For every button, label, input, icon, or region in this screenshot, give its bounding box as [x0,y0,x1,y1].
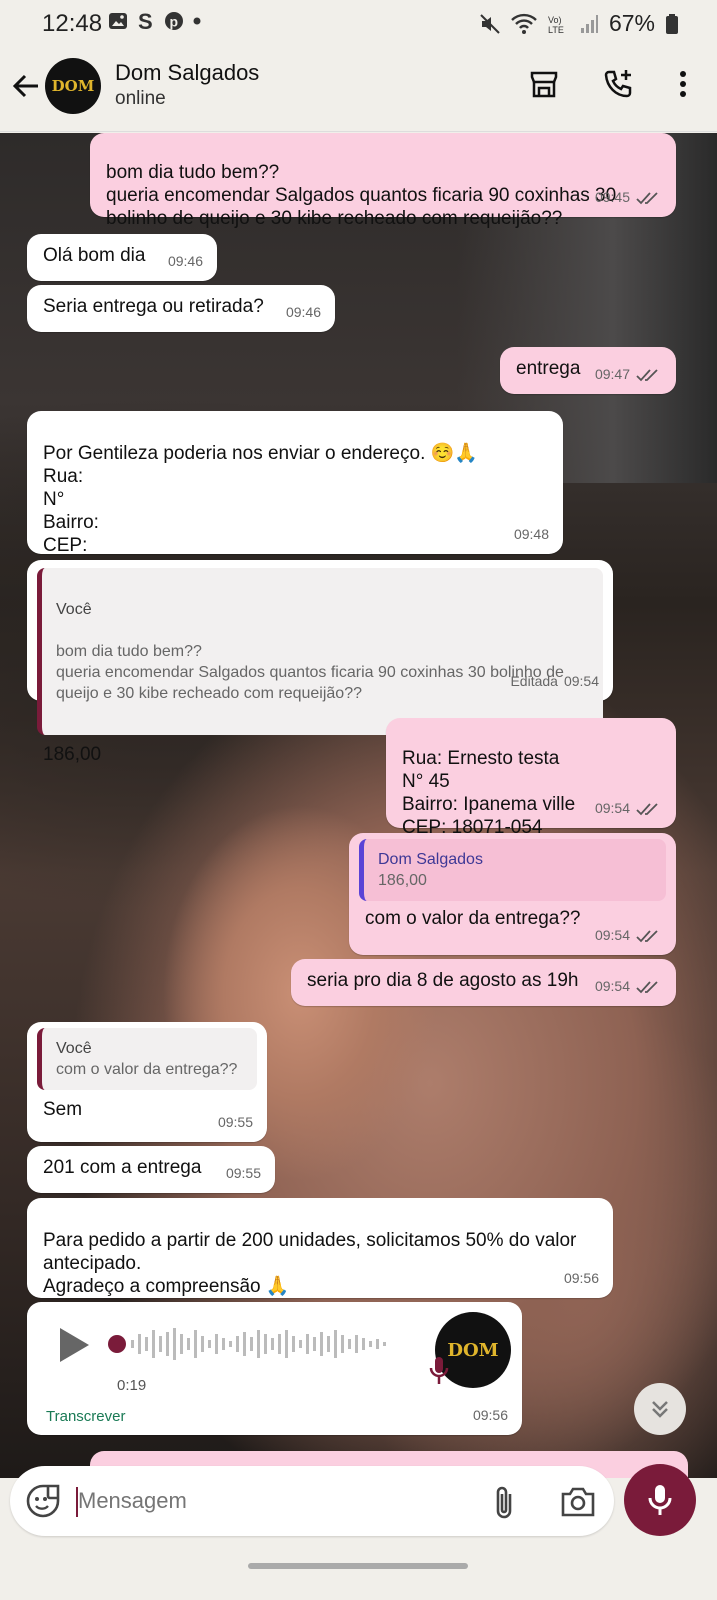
message-time: 09:54 [594,978,630,994]
message-outgoing[interactable]: entrega 09:47 [500,347,676,394]
back-arrow-icon[interactable] [12,72,40,100]
sticker-icon[interactable] [26,1484,60,1518]
avatar-logo: DOM [51,77,95,95]
attach-icon[interactable] [492,1484,516,1520]
composer [0,1464,717,1600]
double-chevron-down-icon [652,1401,668,1418]
read-ticks-icon [636,980,658,993]
message-input[interactable] [78,1480,458,1522]
wifi-icon [511,13,537,34]
message-time: 09:54 [594,800,630,816]
quoted-message[interactable]: Você com o valor da entrega?? [37,1028,257,1090]
contact-name[interactable]: Dom Salgados [115,60,259,86]
read-ticks-icon [636,368,658,381]
svg-text:p: p [170,14,179,30]
quoted-message[interactable]: Dom Salgados 186,00 [359,839,666,901]
read-ticks-icon [636,191,658,204]
message-outgoing[interactable]: bom dia tudo bem?? queria encomendar Sal… [90,133,676,229]
message-time: 09:55 [225,1165,261,1181]
message-text: bom dia tudo bem?? queria encomendar Sal… [106,162,617,229]
message-time: 09:56 [472,1407,508,1423]
quoted-message[interactable]: Você bom dia tudo bem?? queria encomenda… [37,568,603,735]
message-time: 09:46 [167,253,203,269]
mute-icon [480,13,500,34]
message-text: Seria entrega ou retirada? [43,296,264,317]
message-text: seria pro dia 8 de agosto as 19h [307,970,579,991]
message-time: 09:46 [285,304,321,320]
read-ticks-icon [636,929,658,942]
chat-header: DOM Dom Salgados online [0,48,717,132]
mic-small-icon [429,1357,449,1384]
more-options-icon[interactable] [679,70,687,98]
message-text: Sem [43,1099,83,1120]
message-text: Olá bom dia [43,245,146,266]
message-time: 09:55 [217,1114,253,1130]
quote-author: Dom Salgados [378,851,483,868]
play-icon[interactable] [57,1326,91,1364]
message-text: Por Gentileza poderia nos enviar o ender… [43,443,478,556]
voice-record-button[interactable] [624,1464,696,1536]
quote-author: Você [56,1040,92,1057]
scroll-to-bottom-button[interactable] [634,1383,686,1435]
home-indicator[interactable] [248,1563,468,1569]
message-text: 201 com a entrega [43,1157,202,1178]
message-time: 09:45 [594,189,630,205]
volte-icon: Vo)LTE [548,15,564,35]
add-call-icon[interactable] [603,68,635,100]
message-incoming[interactable]: 201 com a entrega 09:55 [27,1146,275,1193]
svg-text:LTE: LTE [548,25,564,35]
dot-icon [193,17,201,25]
signal-icon [580,14,598,33]
battery-icon [666,13,678,34]
message-outgoing-reply[interactable]: Dom Salgados 186,00 com o valor da entre… [349,833,676,955]
pinterest-icon: p [165,12,183,30]
message-time: 09:47 [594,366,630,382]
status-bar: 12:48 S p Vo) LTE 67% [0,0,717,48]
svg-text:S: S [138,11,153,31]
image-icon [109,13,127,29]
message-time: 09:56 [563,1270,599,1286]
message-time: 09:54 [563,673,599,689]
message-time: 09:48 [513,526,549,542]
transcribe-link[interactable]: Transcrever [46,1405,125,1428]
status-time: 12:48 [42,10,103,37]
waveform[interactable] [107,1324,407,1364]
store-icon[interactable] [529,70,559,98]
message-text: com o valor da entrega?? [365,908,581,929]
contact-status: online [115,88,166,109]
message-incoming-reply[interactable]: Você com o valor da entrega?? Sem 09:55 [27,1022,267,1142]
mic-icon [648,1485,672,1515]
voice-duration: 0:19 [117,1377,147,1394]
edited-label: Editada [510,673,558,689]
message-incoming[interactable]: Para pedido a partir de 200 unidades, so… [27,1198,613,1298]
message-text: Para pedido a partir de 200 unidades, so… [43,1230,577,1297]
quote-text: bom dia tudo bem?? queria encomendar Sal… [56,643,564,702]
message-time: 09:54 [594,927,630,943]
message-outgoing[interactable]: Rua: Ernesto testa N° 45 Bairro: Ipanema… [386,718,676,838]
voice-message[interactable]: 0:19 DOM Transcrever 09:56 [27,1302,522,1435]
svg-text:Vo): Vo) [548,15,562,25]
avatar-logo: DOM [447,1339,499,1361]
quote-text: 186,00 [378,872,427,889]
s-icon: S [138,11,153,31]
message-incoming[interactable]: Por Gentileza poderia nos enviar o ender… [27,411,563,556]
message-incoming[interactable]: Seria entrega ou retirada? 09:46 [27,285,335,332]
avatar[interactable]: DOM [45,58,101,114]
camera-icon[interactable] [560,1486,596,1518]
message-text: 186,00 [43,744,102,765]
chat-area[interactable]: bom dia tudo bem?? queria encomendar Sal… [0,133,717,1478]
message-text: Rua: Ernesto testa N° 45 Bairro: Ipanema… [402,748,576,838]
message-outgoing[interactable]: seria pro dia 8 de agosto as 19h 09:54 [291,959,676,1006]
quote-author: Você [56,601,92,618]
read-ticks-icon [636,802,658,815]
message-incoming-reply[interactable]: Você bom dia tudo bem?? queria encomenda… [27,560,613,765]
quote-text: com o valor da entrega?? [56,1061,238,1078]
message-input-box[interactable] [10,1466,614,1536]
message-text: entrega [516,358,581,379]
battery-percent: 67% [608,10,655,36]
message-incoming[interactable]: Olá bom dia 09:46 [27,234,217,281]
